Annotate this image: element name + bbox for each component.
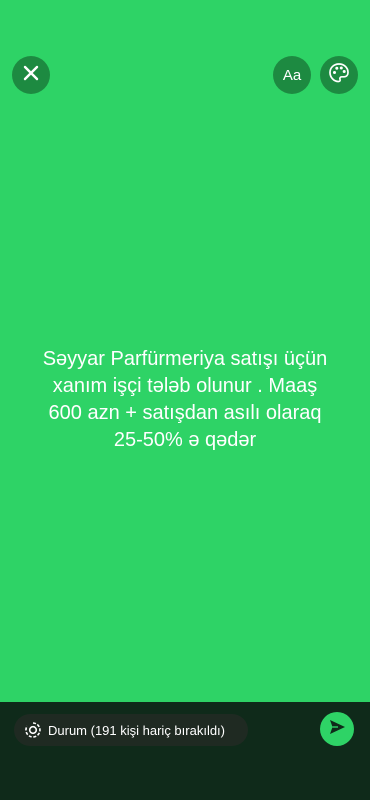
- close-button[interactable]: [12, 56, 50, 94]
- color-palette-button[interactable]: [320, 56, 358, 94]
- audience-label: Durum (191 kişi hariç bırakıldı): [48, 722, 225, 738]
- font-style-button[interactable]: Aa: [273, 56, 311, 94]
- status-canvas[interactable]: Aa Səyyar Parfürmeriya satışı üçün xanım…: [0, 0, 370, 702]
- close-icon: [23, 65, 39, 86]
- bottom-bar: Durum (191 kişi hariç bırakıldı): [0, 702, 370, 800]
- send-button[interactable]: [320, 712, 354, 746]
- status-text-line: 25-50% ə qədər: [113, 429, 257, 451]
- font-button-label: Aa: [282, 66, 302, 84]
- status-text[interactable]: Səyyar Parfürmeriya satışı üçün xanım iş…: [0, 346, 370, 454]
- send-icon: [328, 718, 346, 741]
- audience-selector-button[interactable]: Durum (191 kişi hariç bırakıldı): [14, 714, 248, 746]
- status-text-line: Səyyar Parfürmeriya satışı üçün: [42, 348, 328, 370]
- status-text-line: xanım işçi tələb olunur . Maaş: [52, 375, 318, 397]
- palette-icon: [328, 62, 350, 89]
- status-text-line: 600 azn + satışdan asılı olaraq: [48, 402, 322, 424]
- status-ring-icon: [24, 721, 42, 739]
